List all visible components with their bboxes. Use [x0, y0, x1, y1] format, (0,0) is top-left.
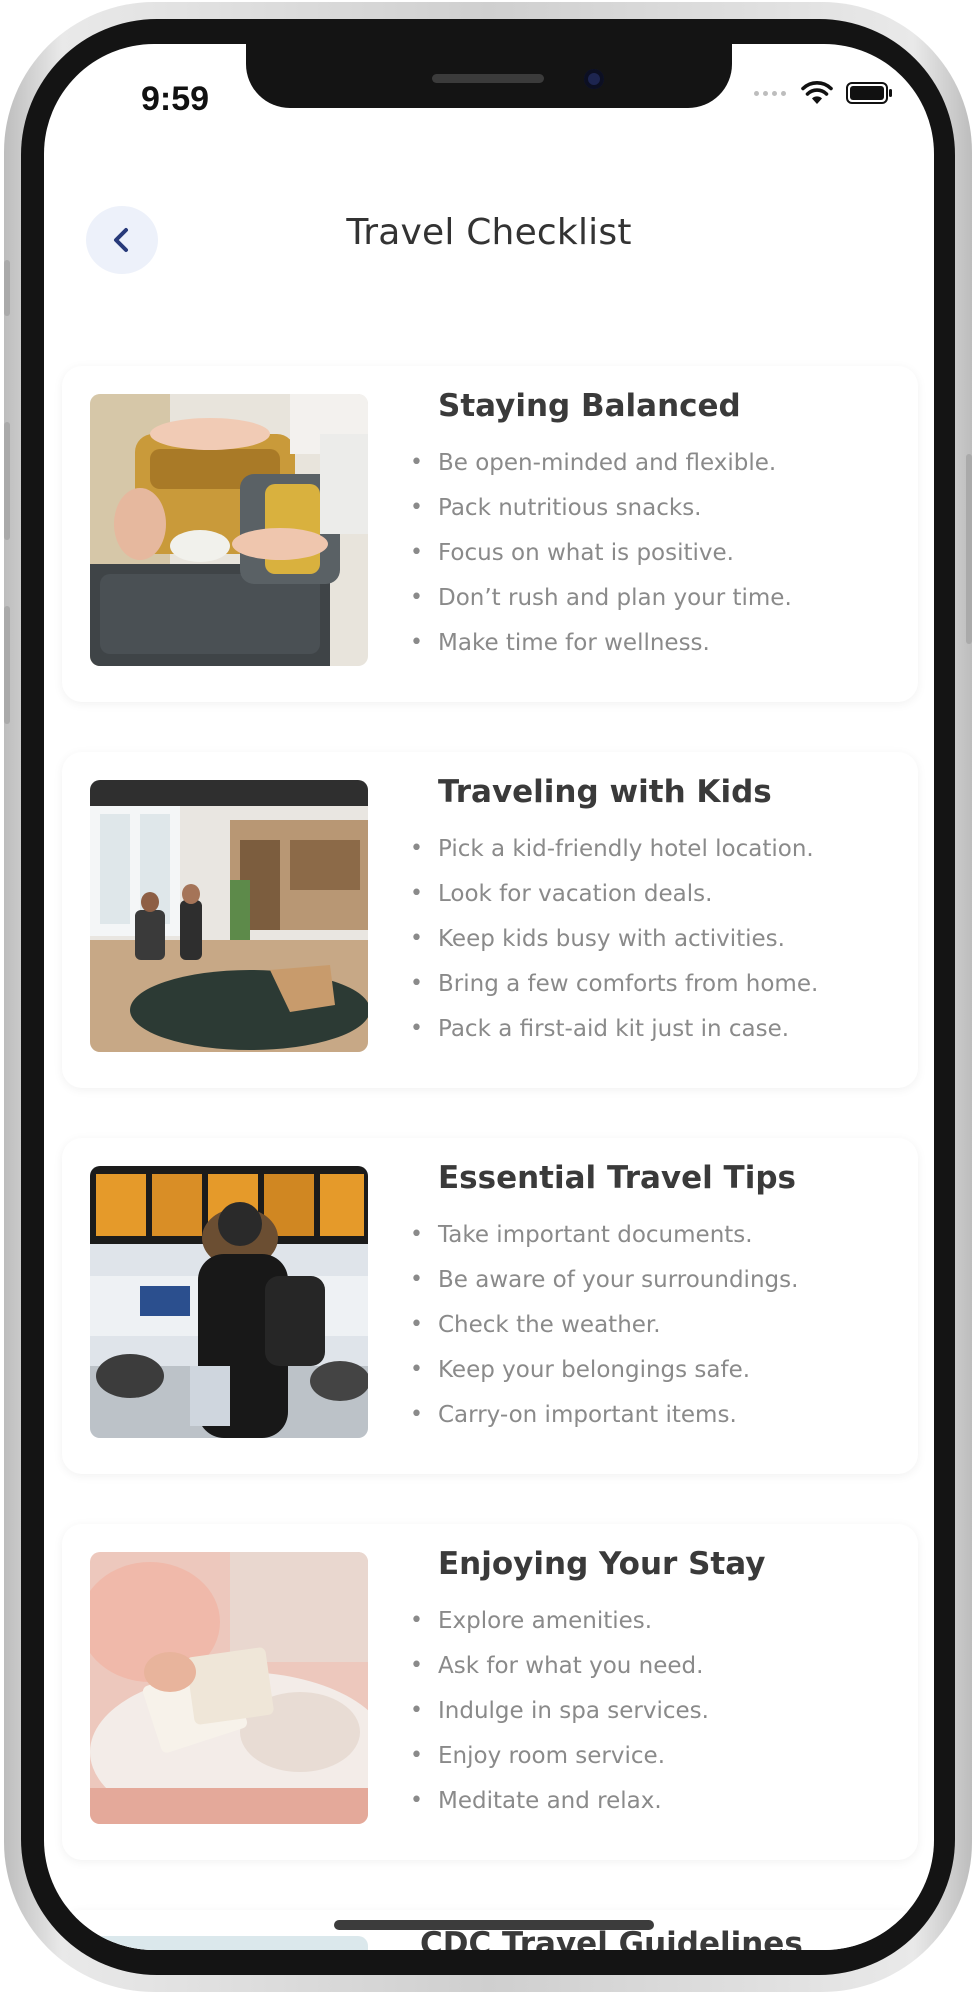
bullet-icon: •	[410, 1312, 423, 1337]
list-item: • Look for vacation deals.	[410, 871, 818, 916]
app-screen: 9:59 Travel Checklist Staying Balanced •…	[44, 44, 934, 1950]
tip-text: Look for vacation deals.	[438, 880, 713, 907]
tip-text: Pick a kid-friendly hotel location.	[438, 835, 814, 862]
list-item: • Enjoy room service.	[410, 1733, 709, 1778]
tip-text: Be open-minded and flexible.	[438, 449, 777, 476]
tip-text: Carry-on important items.	[438, 1401, 737, 1428]
bullet-icon: •	[410, 926, 423, 951]
list-item: • Indulge in spa services.	[410, 1688, 709, 1733]
bullet-icon: •	[410, 495, 423, 520]
bullet-icon: •	[410, 881, 423, 906]
list-item: • Ask for what you need.	[410, 1643, 709, 1688]
list-item: • Check the weather.	[410, 1302, 798, 1347]
cdc-guidelines-photo	[90, 1936, 368, 1950]
list-item: • Meditate and relax.	[410, 1778, 709, 1823]
front-camera	[584, 69, 604, 89]
tip-text: Be aware of your surroundings.	[438, 1266, 799, 1293]
tip-text: Meditate and relax.	[438, 1787, 662, 1814]
checklist-card-essential-travel-tips[interactable]: Essential Travel Tips • Take important do…	[62, 1138, 918, 1474]
bullet-icon: •	[410, 585, 423, 610]
packing-suitcase-photo	[90, 394, 368, 666]
tip-text: Keep your belongings safe.	[438, 1356, 751, 1383]
bullet-icon: •	[410, 1698, 423, 1723]
tip-text: Focus on what is positive.	[438, 539, 734, 566]
checklist-card-staying-balanced[interactable]: Staying Balanced • Be open-minded and fle…	[62, 366, 918, 702]
card-title: Traveling with Kids	[438, 774, 772, 810]
list-item: • Explore amenities.	[410, 1598, 709, 1643]
volume-down-button	[4, 606, 10, 724]
battery-icon	[846, 81, 894, 105]
list-item: • Keep kids busy with activities.	[410, 916, 818, 961]
tip-list: • Take important documents. • Be aware of …	[410, 1212, 798, 1437]
bullet-icon: •	[410, 1016, 423, 1041]
page-title: Travel Checklist	[346, 212, 632, 253]
bullet-icon: •	[410, 1788, 423, 1813]
list-item: • Be open-minded and flexible.	[410, 440, 792, 485]
bullet-icon: •	[410, 1357, 423, 1382]
list-item: • Don’t rush and plan your time.	[410, 575, 792, 620]
list-item: • Focus on what is positive.	[410, 530, 792, 575]
checklist-card-traveling-with-kids[interactable]: Traveling with Kids • Pick a kid-friendly…	[62, 752, 918, 1088]
tip-text: Keep kids busy with activities.	[438, 925, 785, 952]
list-item: • Pack a first-aid kit just in case.	[410, 1006, 818, 1051]
tip-text: Don’t rush and plan your time.	[438, 584, 792, 611]
card-title: Essential Travel Tips	[438, 1160, 796, 1196]
bullet-icon: •	[410, 1608, 423, 1633]
bullet-icon: •	[410, 540, 423, 565]
card-title: Enjoying Your Stay	[438, 1546, 766, 1582]
status-icons	[754, 80, 894, 106]
list-item: • Pack nutritious snacks.	[410, 485, 792, 530]
card-title: Staying Balanced	[438, 388, 741, 424]
tip-list: • Pick a kid-friendly hotel location. • Lo…	[410, 826, 818, 1051]
tip-text: Check the weather.	[438, 1311, 661, 1338]
tip-text: Take important documents.	[438, 1221, 753, 1248]
tip-text: Bring a few comforts from home.	[438, 970, 819, 997]
airport-departures-photo	[90, 1166, 368, 1438]
hotel-lobby-photo	[90, 780, 368, 1052]
tip-text: Pack nutritious snacks.	[438, 494, 702, 521]
tip-text: Enjoy room service.	[438, 1742, 666, 1769]
bullet-icon: •	[410, 1743, 423, 1768]
tip-text: Make time for wellness.	[438, 629, 710, 656]
tip-list: • Be open-minded and flexible. • Pack nutr…	[410, 440, 792, 665]
list-item: • Keep your belongings safe.	[410, 1347, 798, 1392]
bullet-icon: •	[410, 1402, 423, 1427]
status-time: 9:59	[140, 80, 210, 118]
list-item: • Pick a kid-friendly hotel location.	[410, 826, 818, 871]
bullet-icon: •	[410, 630, 423, 655]
list-item: • Carry-on important items.	[410, 1392, 798, 1437]
speaker-grille	[432, 74, 544, 83]
bullet-icon: •	[410, 1267, 423, 1292]
wifi-icon	[800, 80, 834, 106]
tip-list: • Explore amenities. • Ask for what you ne…	[410, 1598, 709, 1823]
tip-text: Indulge in spa services.	[438, 1697, 709, 1724]
list-item: • Bring a few comforts from home.	[410, 961, 818, 1006]
mute-switch	[4, 260, 10, 316]
tip-text: Ask for what you need.	[438, 1652, 704, 1679]
bullet-icon: •	[410, 1222, 423, 1247]
list-item: • Take important documents.	[410, 1212, 798, 1257]
home-indicator[interactable]	[334, 1920, 654, 1930]
notch	[246, 44, 732, 108]
list-item: • Make time for wellness.	[410, 620, 792, 665]
reading-in-bed-photo	[90, 1552, 368, 1824]
list-item: • Be aware of your surroundings.	[410, 1257, 798, 1302]
volume-up-button	[4, 422, 10, 540]
bullet-icon: •	[410, 836, 423, 861]
checklist-card-enjoying-your-stay[interactable]: Enjoying Your Stay • Explore amenities. •…	[62, 1524, 918, 1860]
power-button	[966, 454, 972, 644]
signal-dots-icon	[754, 90, 786, 96]
tip-text: Pack a first-aid kit just in case.	[438, 1015, 790, 1042]
bullet-icon: •	[410, 1653, 423, 1678]
bullet-icon: •	[410, 971, 423, 996]
tip-text: Explore amenities.	[438, 1607, 653, 1634]
bullet-icon: •	[410, 450, 423, 475]
